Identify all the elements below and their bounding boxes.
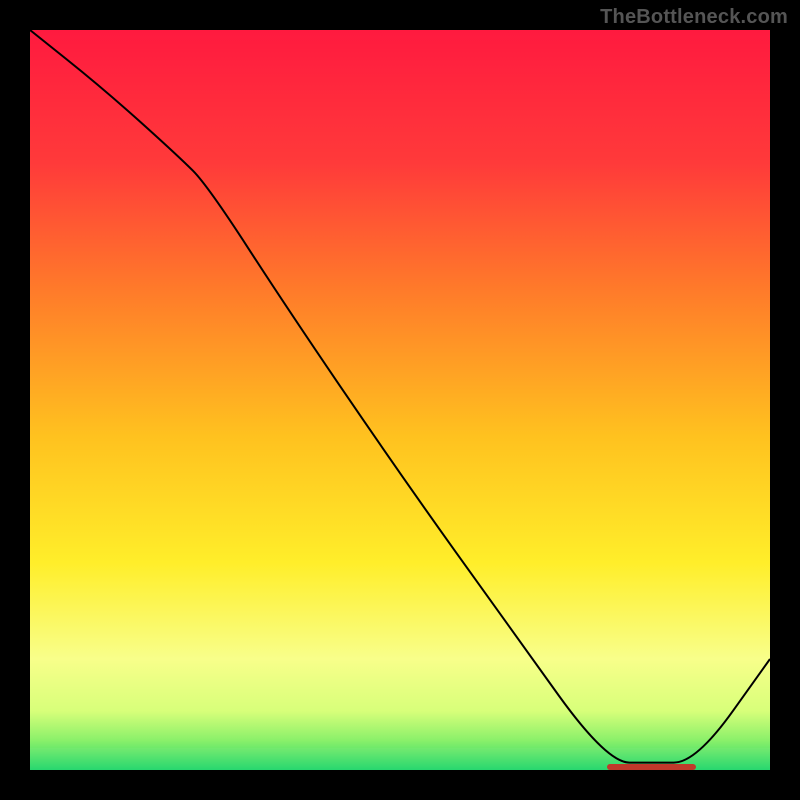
bottleneck-curve	[30, 30, 770, 770]
watermark-text: TheBottleneck.com	[600, 6, 788, 29]
chart-frame: TheBottleneck.com	[0, 0, 800, 800]
optimal-range-marker	[607, 764, 696, 770]
plot-area	[30, 30, 770, 770]
